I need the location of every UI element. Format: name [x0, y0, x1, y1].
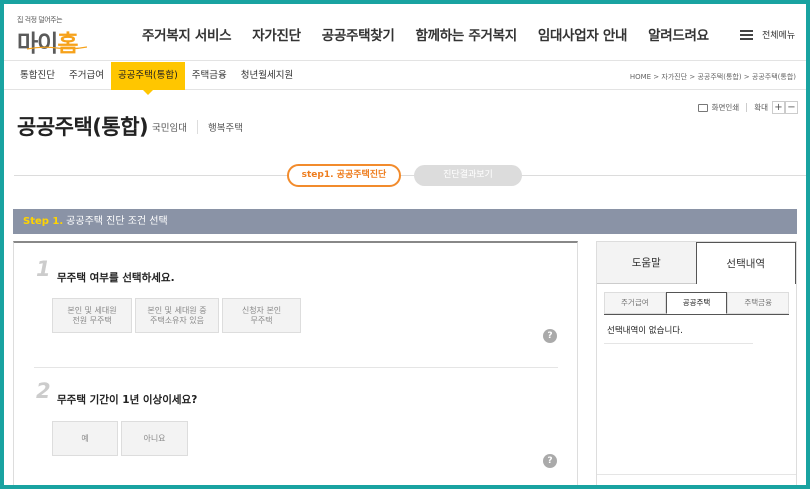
selection-sub-tabs: 주거급여 공공주택 주택금융	[604, 292, 790, 314]
help-icon[interactable]: ?	[543, 329, 557, 343]
all-menu-label: 전체메뉴	[762, 31, 796, 41]
step1-indicator: step1. 공공주택진단	[287, 164, 401, 187]
selection-divider	[604, 343, 753, 344]
main-nav-item-welfare[interactable]: 함께하는 주거복지	[415, 24, 517, 44]
sub-tab-housing-benefit[interactable]: 주거급여	[604, 292, 666, 314]
main-nav: 주거복지 서비스 자가진단 공공주택찾기 함께하는 주거복지 임대사업자 안내 …	[142, 24, 730, 44]
tab-selection[interactable]: 선택내역	[695, 242, 796, 284]
question-divider	[34, 367, 558, 368]
question-number: 1	[36, 257, 51, 281]
option-no[interactable]: 아니요	[121, 421, 188, 456]
page-title: 공공주택(통합)	[17, 115, 149, 139]
hamburger-icon	[740, 29, 753, 40]
sub-nav-item-housing-finance[interactable]: 주택금융	[185, 62, 234, 90]
side-bottom-divider	[597, 474, 796, 475]
option-yes[interactable]: 예	[52, 421, 118, 456]
zoom-in-button[interactable]: +	[772, 101, 785, 114]
sub-nav-item-youth-rent[interactable]: 청년월세지원	[234, 62, 300, 90]
logo-text-a: 마이	[17, 31, 58, 57]
title-links: 국민임대 행복주택	[142, 120, 253, 134]
main-nav-item-notice[interactable]: 알려드려요	[648, 24, 709, 44]
question-text: 무주택 여부를 선택하세요.	[57, 272, 175, 284]
zoom-out-button[interactable]: −	[785, 101, 798, 114]
site-logo[interactable]: 집 걱정 덜어주는 마이홈	[17, 15, 97, 57]
sub-nav-item-housing-benefit[interactable]: 주거급여	[62, 62, 111, 90]
sub-tab-housing-finance[interactable]: 주택금융	[727, 292, 790, 314]
breadcrumb: HOME > 자가진단 > 공공주택(통합) > 공공주택(통합)	[629, 73, 796, 81]
empty-selection-message: 선택내역이 없습니다.	[607, 326, 683, 336]
main-nav-item-find-housing[interactable]: 공공주택찾기	[322, 24, 395, 44]
help-icon[interactable]: ?	[543, 454, 557, 468]
zoom-label: 확대	[754, 103, 768, 112]
logo-wave-icon	[27, 46, 87, 50]
logo-text: 마이홈	[17, 24, 79, 58]
print-label: 화면인쇄	[711, 103, 740, 112]
question-text: 무주택 기간이 1년 이상이세요?	[57, 394, 198, 406]
section-header: Step 1. 공공주택 진단 조건 선택	[13, 209, 797, 234]
browser-frame: 집 걱정 덜어주는 마이홈 주거복지 서비스 자가진단 공공주택찾기 함께하는 …	[4, 4, 806, 485]
logo-text-b: 홈	[57, 31, 78, 57]
option-all-homeless[interactable]: 본인 및 세대원 전원 무주택	[52, 298, 132, 333]
tool-divider	[746, 103, 748, 112]
selection-content: 선택내역이 없습니다.	[604, 314, 789, 344]
sub-nav-item-integrated[interactable]: 통합진단	[13, 62, 62, 90]
printer-icon	[697, 103, 708, 112]
option-member-owns-home[interactable]: 본인 및 세대원 중 주택소유자 있음	[135, 298, 219, 333]
step-line	[14, 175, 806, 176]
step2-result-button[interactable]: 진단결과보기	[414, 165, 522, 186]
question-number: 2	[36, 379, 51, 403]
page-tools: 화면인쇄 확대 + −	[697, 101, 798, 114]
link-national-rental[interactable]: 국민임대	[142, 120, 197, 134]
section-step-tag: Step 1.	[23, 216, 64, 227]
section-title: 공공주택 진단 조건 선택	[66, 216, 168, 227]
main-nav-item-service[interactable]: 주거복지 서비스	[142, 24, 232, 44]
main-nav-item-landlord[interactable]: 임대사업자 안내	[538, 24, 628, 44]
sub-tab-public-housing[interactable]: 공공주택	[665, 292, 728, 314]
site-header: 집 걱정 덜어주는 마이홈 주거복지 서비스 자가진단 공공주택찾기 함께하는 …	[4, 4, 806, 61]
main-nav-item-self-diagnosis[interactable]: 자가진단	[252, 24, 302, 44]
sub-nav-item-public-housing[interactable]: 공공주택(통합)	[110, 62, 185, 95]
side-tabs: 도움말 선택내역	[597, 242, 796, 284]
side-panel: 도움말 선택내역 주거급여 공공주택 주택금융 선택내역이 없습니다.	[596, 241, 797, 485]
link-happy-housing[interactable]: 행복주택	[196, 120, 253, 134]
question-panel: 1 무주택 여부를 선택하세요. 본인 및 세대원 전원 무주택 본인 및 세대…	[13, 241, 578, 485]
sub-nav: 통합진단 주거급여 공공주택(통합) 주택금융 청년월세지원 HOME > 자가…	[4, 62, 806, 95]
option-applicant-homeless[interactable]: 신청자 본인 무주택	[222, 298, 301, 333]
tab-help[interactable]: 도움말	[597, 242, 696, 284]
print-button[interactable]: 화면인쇄	[697, 102, 740, 113]
all-menu-button[interactable]: 전체메뉴	[740, 28, 795, 41]
